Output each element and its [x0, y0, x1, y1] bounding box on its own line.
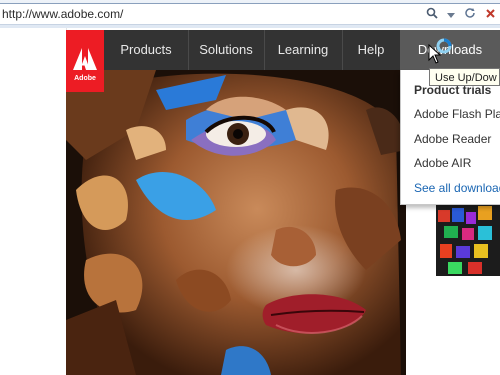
refresh-icon[interactable]	[464, 7, 476, 22]
menu-item-adobe-reader[interactable]: Adobe Reader	[414, 132, 491, 146]
dropdown-arrow-icon[interactable]	[447, 8, 455, 22]
hero-artwork-image	[66, 70, 406, 375]
nav-item-learning[interactable]: Learning	[264, 30, 343, 70]
promo-thumbnail-image[interactable]	[436, 204, 500, 276]
nav-item-products[interactable]: Products	[104, 30, 189, 70]
logo-text: Adobe	[74, 75, 96, 82]
address-bar-icons	[426, 7, 496, 22]
mouse-cursor-icon	[428, 43, 442, 69]
adobe-logo[interactable]: Adobe	[66, 30, 104, 92]
nav-item-help[interactable]: Help	[342, 30, 401, 70]
menu-item-see-all-downloads[interactable]: See all downloads	[414, 181, 500, 195]
menu-item-adobe-air[interactable]: Adobe AIR	[414, 156, 471, 170]
menu-item-flash-player[interactable]: Adobe Flash Play	[414, 107, 500, 121]
adobe-a-icon	[73, 48, 97, 70]
address-bar: http://www.adobe.com/	[0, 0, 500, 29]
tooltip: Use Up/Dow	[429, 68, 500, 86]
search-icon[interactable]	[426, 7, 438, 22]
nav-item-solutions[interactable]: Solutions	[188, 30, 265, 70]
downloads-dropdown-menu: Product trials Adobe Flash Play Adobe Re…	[400, 70, 500, 205]
url-field[interactable]: http://www.adobe.com/	[0, 3, 500, 25]
url-text: http://www.adobe.com/	[2, 7, 124, 21]
stop-icon[interactable]	[485, 8, 496, 22]
